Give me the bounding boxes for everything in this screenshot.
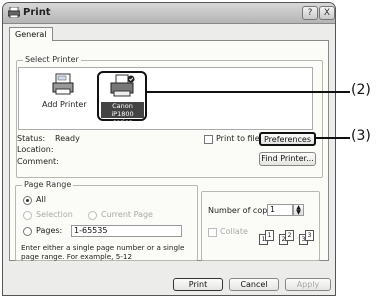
pages-radio[interactable] (23, 227, 32, 236)
title-bar: Print ? X (3, 3, 335, 24)
spin-down-icon: ▼ (296, 209, 301, 216)
status-label: Status: (17, 134, 46, 143)
print-to-file-label: Print to file (216, 134, 260, 143)
collate-page: 3 (305, 230, 314, 241)
status-value: Ready (55, 134, 80, 143)
print-dialog: Print ? X General Select Printer Add Pri… (2, 2, 336, 296)
collate-checkbox[interactable] (208, 228, 217, 237)
printer-icon (8, 7, 20, 18)
add-printer-icon (52, 73, 74, 95)
copies-input[interactable]: 1 (267, 204, 293, 216)
window-title: Print (23, 7, 51, 18)
help-button[interactable]: ? (302, 6, 318, 20)
print-button[interactable]: Print (173, 278, 223, 291)
add-printer-label: Add Printer (42, 100, 87, 109)
copies-group (201, 191, 320, 261)
print-to-file-checkbox[interactable] (204, 135, 213, 144)
location-label: Location: (17, 145, 54, 154)
close-button[interactable]: X (319, 6, 335, 20)
preferences-button[interactable]: Preferences (259, 132, 316, 146)
pages-input[interactable]: 1-65535 (71, 225, 182, 237)
collate-page: 1 (265, 230, 274, 241)
copies-spinner[interactable]: ▲ ▼ (293, 204, 304, 216)
page-range-hint-line2: page range. For example, 5-12 (21, 252, 133, 261)
all-label: All (36, 195, 46, 204)
canon-printer-label: Canon iP1800 series (101, 102, 144, 126)
callout-2: (2) (351, 82, 371, 98)
all-radio[interactable] (23, 196, 32, 205)
canon-printer-label-line2: series (112, 118, 133, 126)
callout-line-3 (315, 137, 350, 139)
current-page-radio[interactable] (88, 211, 97, 220)
comment-label: Comment: (17, 157, 59, 166)
cancel-button[interactable]: Cancel (229, 278, 279, 291)
pages-label: Pages: (36, 226, 63, 235)
canon-printer-label-line1: Canon iP1800 (111, 102, 134, 118)
find-printer-button[interactable]: Find Printer... (259, 152, 316, 166)
select-printer-legend: Select Printer (23, 55, 81, 64)
selection-label: Selection (36, 210, 73, 219)
selection-radio[interactable] (23, 211, 32, 220)
page-range-hint-line1: Enter either a single page number or a s… (21, 243, 185, 252)
collate-page: 2 (285, 230, 294, 241)
canon-printer-icon (110, 74, 135, 97)
apply-button[interactable]: Apply (285, 278, 331, 291)
current-page-label: Current Page (101, 210, 153, 219)
collate-label: Collate (220, 227, 248, 236)
printer-list[interactable]: Add Printer (18, 67, 313, 130)
page-range-legend: Page Range (22, 180, 74, 189)
tab-general[interactable]: General (9, 27, 53, 41)
callout-line-2 (146, 91, 350, 93)
callout-3: (3) (351, 128, 371, 144)
